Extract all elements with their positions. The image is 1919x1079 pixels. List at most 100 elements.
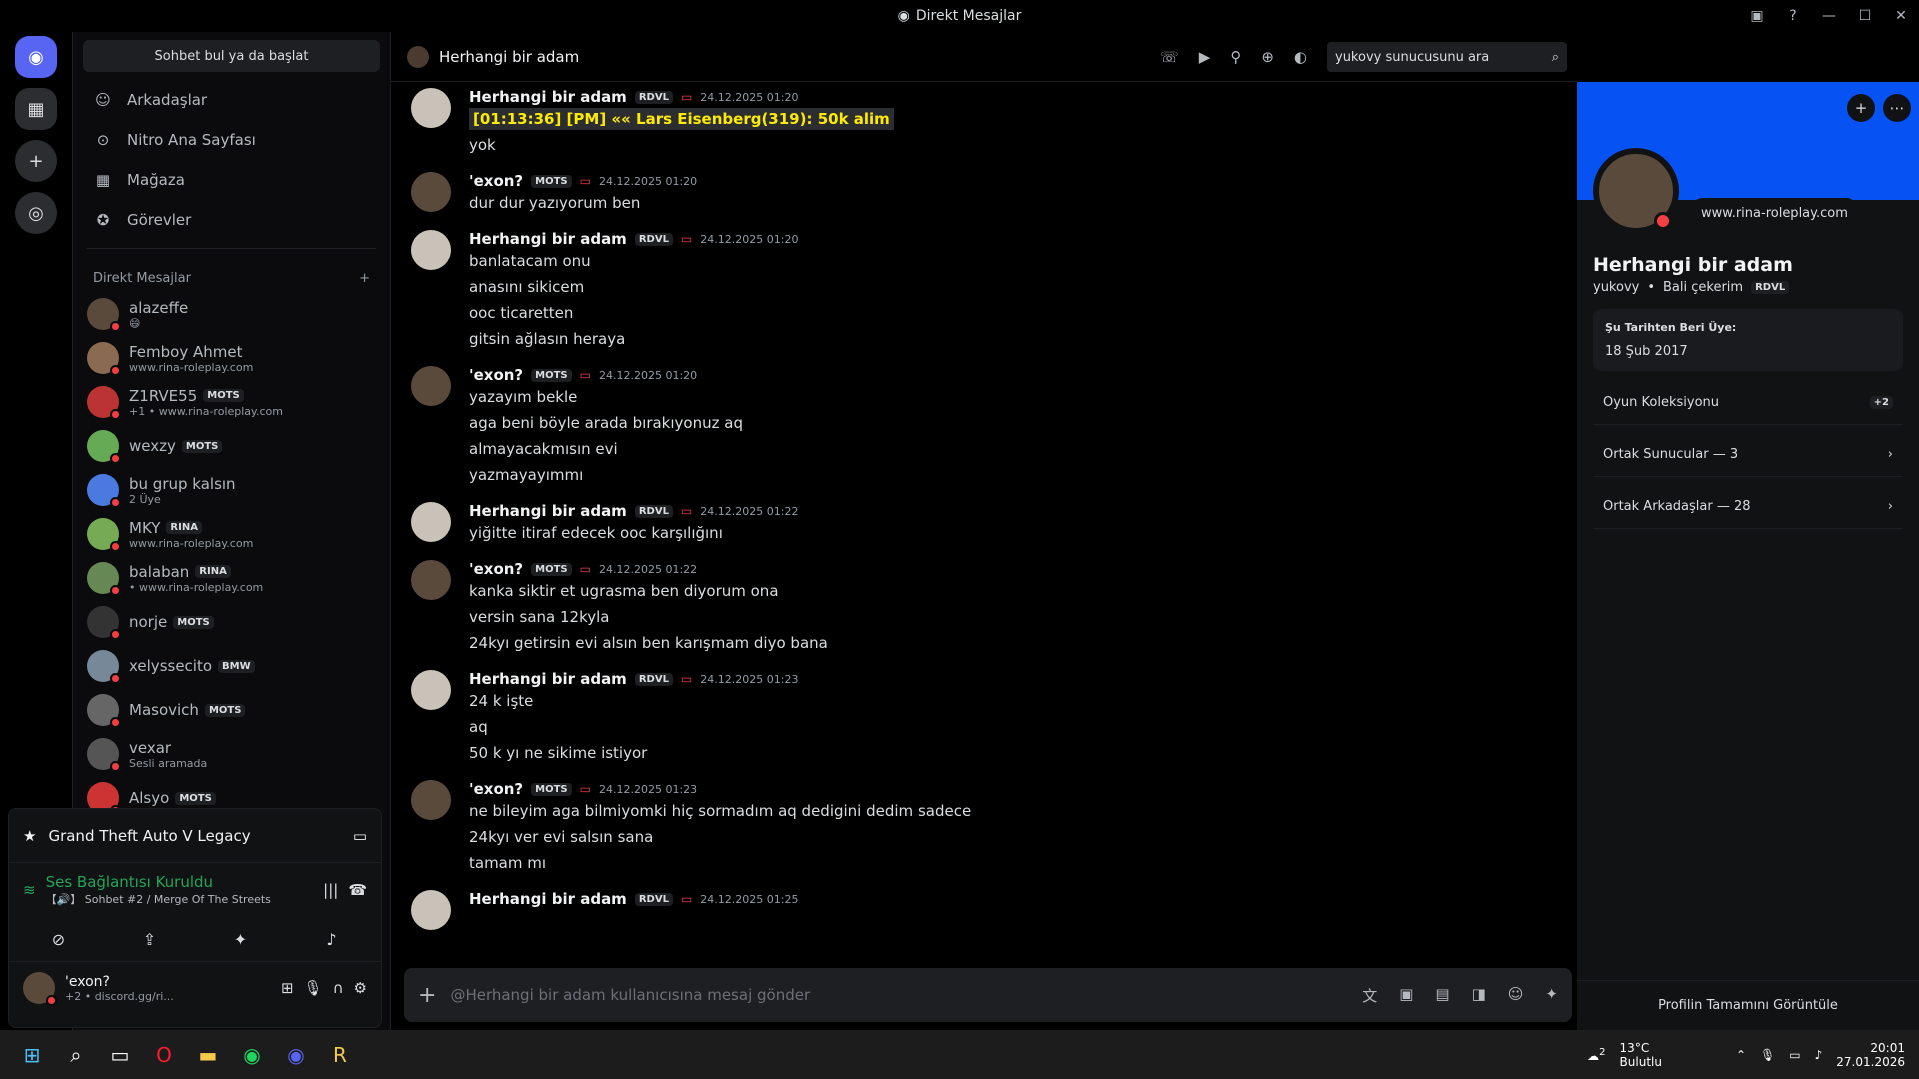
avatar[interactable] [411, 172, 451, 212]
user-name: 'exon? [65, 973, 110, 990]
avatar[interactable] [411, 890, 451, 930]
avatar[interactable] [411, 780, 451, 820]
dm-item[interactable]: norje MOTS [73, 600, 390, 644]
help-icon[interactable]: ? [1775, 8, 1811, 24]
mic-tray-icon[interactable]: 🎙 [1760, 1048, 1775, 1062]
mutual-friends[interactable]: Ortak Arkadaşlar — 28 › [1593, 485, 1903, 529]
network-icon[interactable]: ▭ [1789, 1048, 1800, 1062]
nav-nitro[interactable]: ⊙ Nitro Ana Sayfası [73, 120, 390, 160]
voice-status[interactable]: Ses Bağlantısı Kuruldu [46, 873, 271, 891]
discover-icon[interactable]: ◎ [15, 192, 57, 234]
headset-icon[interactable]: ∩ [333, 979, 344, 997]
gift-icon[interactable]: ▣ [1399, 985, 1413, 1006]
message-author[interactable]: 'exon? [469, 366, 523, 384]
dm-item[interactable]: Femboy Ahmet www.rina-roleplay.com [73, 336, 390, 380]
message-author[interactable]: Herhangi bir adam [469, 502, 627, 520]
view-full-profile-button[interactable]: Profilin Tamamını Görüntüle [1577, 980, 1919, 1030]
translate-icon[interactable]: 文 [1362, 985, 1377, 1006]
message-header: 'exon? MOTS ▭ 24.12.2025 01:20 [469, 366, 743, 384]
profile-icon[interactable]: ◐ [1294, 48, 1307, 66]
message-author[interactable]: Herhangi bir adam [469, 890, 627, 908]
message-author[interactable]: Herhangi bir adam [469, 670, 627, 688]
dm-item[interactable]: bu grup kalsın 2 Üye [73, 468, 390, 512]
opera-icon[interactable]: O [144, 1035, 184, 1075]
avatar[interactable] [411, 502, 451, 542]
inbox-icon[interactable]: ▣ [1739, 8, 1775, 24]
chevron-up-icon[interactable]: ⌃ [1736, 1048, 1746, 1062]
server-folder[interactable]: ▦ [15, 88, 57, 130]
create-dm-icon[interactable]: + [359, 271, 370, 286]
find-conversation-button[interactable]: Sohbet bul ya da başlat [83, 40, 380, 72]
dm-item[interactable]: Z1RVE55 MOTS +1 • www.rina-roleplay.com [73, 380, 390, 424]
status-dot [110, 365, 121, 376]
nav-shop[interactable]: ▦ Mağaza [73, 160, 390, 200]
search-input[interactable]: yukovy sunucusunu ara ⌕ [1327, 42, 1567, 72]
settings-icon[interactable]: ⚙ [354, 979, 367, 997]
weather-icon[interactable]: ☁2 [1587, 1047, 1605, 1063]
message-author[interactable]: 'exon? [469, 172, 523, 190]
call-icon[interactable]: ☏ [1160, 48, 1179, 66]
volume-icon[interactable]: ♪ [1815, 1048, 1823, 1062]
mutual-servers[interactable]: Ortak Sunucular — 3 › [1593, 433, 1903, 477]
emoji-icon[interactable]: ☺ [1508, 985, 1524, 1006]
avatar[interactable] [411, 670, 451, 710]
camera-off-icon[interactable]: ⊘ [29, 923, 89, 955]
avatar[interactable] [411, 560, 451, 600]
add-server-icon[interactable]: + [15, 140, 57, 182]
avatar[interactable] [23, 972, 57, 1006]
soundboard-icon[interactable]: ♪ [302, 923, 362, 955]
gamepad-icon[interactable]: ⊞ [281, 979, 294, 997]
attach-plus-icon[interactable]: + [418, 983, 436, 1008]
home-button[interactable]: ◉ [15, 36, 57, 78]
dm-item[interactable]: wexzy MOTS [73, 424, 390, 468]
more-icon[interactable]: ⋯ [1883, 94, 1911, 122]
dm-item[interactable]: alazeffe 😄 [73, 292, 390, 336]
dm-item[interactable]: MKY RINA www.rina-roleplay.com [73, 512, 390, 556]
activities-icon[interactable]: ✦ [211, 923, 271, 955]
add-friend-icon[interactable]: + [1847, 94, 1875, 122]
task-view-icon[interactable]: ▭ [100, 1035, 140, 1075]
game-collection[interactable]: Oyun Koleksiyonu +2 [1593, 381, 1903, 425]
noise-icon[interactable]: ||| [323, 881, 338, 899]
discord-icon[interactable]: ◉ [276, 1035, 316, 1075]
message: Herhangi bir adam RDVL ▭ 24.12.2025 01:25 [391, 884, 1577, 938]
explorer-icon[interactable]: ▬ [188, 1035, 228, 1075]
dm-item[interactable]: balaban RINA • www.rina-roleplay.com [73, 556, 390, 600]
maximize-button[interactable]: ☐ [1847, 8, 1883, 24]
avatar[interactable] [411, 366, 451, 406]
screen-share-icon[interactable]: ⇪ [120, 923, 180, 955]
avatar [87, 342, 121, 376]
rockstar-icon[interactable]: R [320, 1035, 360, 1075]
nav-friends[interactable]: ☺ Arkadaşlar [73, 80, 390, 120]
voice-connection: ≋ Ses Bağlantısı Kuruldu 【🔊】 Sohbet #2 / … [9, 863, 381, 917]
avatar[interactable] [411, 230, 451, 270]
sticker-icon[interactable]: ◨ [1472, 985, 1486, 1006]
start-icon[interactable]: ⊞ [12, 1035, 52, 1075]
message-composer[interactable]: + @Herhangi bir adam kullanıcısına mesaj… [404, 968, 1572, 1022]
minimize-button[interactable]: — [1811, 8, 1847, 24]
status-dot [1654, 212, 1672, 230]
message-time: 24.12.2025 01:20 [700, 232, 799, 246]
voice-channel[interactable]: 【🔊】 Sohbet #2 / Merge Of The Streets [46, 891, 271, 907]
stream-icon[interactable]: ▭ [353, 827, 367, 845]
gif-icon[interactable]: ▤ [1435, 985, 1449, 1006]
avatar[interactable] [411, 88, 451, 128]
nav-quests[interactable]: ✪ Görevler [73, 200, 390, 240]
add-friends-icon[interactable]: ⊕ [1261, 48, 1274, 66]
dm-item[interactable]: vexar Sesli aramada [73, 732, 390, 776]
message-author[interactable]: Herhangi bir adam [469, 88, 627, 106]
disconnect-icon[interactable]: ☎ [348, 881, 367, 899]
message-author[interactable]: 'exon? [469, 780, 523, 798]
mic-icon[interactable]: 🎙 [304, 979, 323, 997]
close-button[interactable]: ✕ [1883, 8, 1919, 24]
message-author[interactable]: Herhangi bir adam [469, 230, 627, 248]
video-icon[interactable]: ▶ [1199, 48, 1211, 66]
window-title: Direkt Mesajlar [915, 8, 1022, 24]
apps-icon[interactable]: ✦ [1545, 985, 1558, 1006]
dm-item[interactable]: xelyssecito BMW [73, 644, 390, 688]
search-icon[interactable]: ⌕ [56, 1035, 96, 1075]
message-author[interactable]: 'exon? [469, 560, 523, 578]
dm-item[interactable]: Masovich MOTS [73, 688, 390, 732]
spotify-icon[interactable]: ◉ [232, 1035, 272, 1075]
pin-icon[interactable]: ⚲ [1230, 48, 1241, 66]
